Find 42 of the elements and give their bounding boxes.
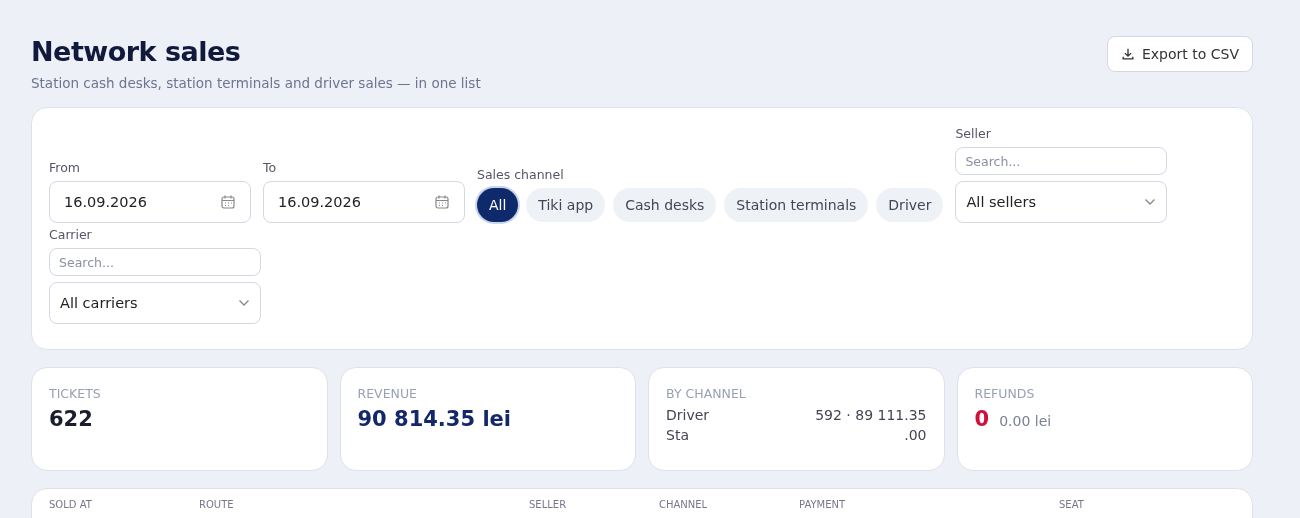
carrier-search-field[interactable]: Search... bbox=[49, 248, 261, 276]
channel-chip[interactable]: All bbox=[477, 188, 519, 222]
column-header: PAYMENT bbox=[799, 499, 847, 512]
column-header: ROUTE bbox=[199, 499, 235, 512]
channel-value: .00 bbox=[904, 427, 927, 443]
export-button[interactable]: Export to CSV bbox=[1106, 36, 1253, 72]
channel-chip[interactable]: Station terminals bbox=[724, 188, 869, 222]
channel-value: 592 · 89 111.35 bbox=[815, 407, 927, 423]
seller-dropdown[interactable]: All sellers bbox=[955, 181, 1168, 223]
stat-value: 622 bbox=[49, 407, 94, 431]
chevron-down-icon bbox=[1144, 198, 1157, 206]
calendar-icon bbox=[220, 194, 236, 210]
column-header: CHANNEL bbox=[659, 499, 709, 512]
refund-count: 0 bbox=[974, 407, 990, 431]
column-header: SOLD AT bbox=[49, 499, 93, 512]
channel-name: Sta bbox=[666, 427, 689, 443]
seller-search-field[interactable]: Search... bbox=[955, 147, 1168, 175]
refund-amount: 0.00 lei bbox=[999, 413, 1052, 429]
stat-label: REFUNDS bbox=[974, 386, 1036, 401]
stat-label: REVENUE bbox=[357, 386, 418, 401]
calendar-icon bbox=[434, 194, 450, 210]
stat-value: 90 814.35 lei bbox=[357, 407, 513, 431]
carrier-label: Carrier bbox=[49, 227, 93, 242]
carrier-dropdown[interactable]: All carriers bbox=[49, 282, 261, 324]
page-subtitle: Station cash desks, station terminals and driver sales — in one list bbox=[31, 75, 481, 91]
channel-chip[interactable]: Tiki app bbox=[526, 188, 606, 222]
sales-channel-label: Sales channel bbox=[477, 167, 565, 182]
to-date-field[interactable]: 16.09.2026 bbox=[263, 181, 465, 223]
seller-label: Seller bbox=[955, 126, 992, 141]
from-date-field[interactable]: 16.09.2026 bbox=[49, 181, 251, 223]
channel-name: Driver bbox=[666, 407, 710, 423]
download-icon bbox=[1120, 47, 1135, 61]
stat-label: BY CHANNEL bbox=[666, 386, 747, 401]
column-header: SEAT bbox=[1059, 499, 1085, 512]
page-title: Network sales bbox=[31, 36, 242, 67]
stat-label: TICKETS bbox=[49, 386, 102, 401]
from-label: From bbox=[49, 160, 81, 175]
chevron-down-icon bbox=[238, 299, 250, 307]
channel-chip[interactable]: Cash desks bbox=[613, 188, 717, 222]
to-label: To bbox=[263, 160, 278, 175]
channel-chip[interactable]: Driver bbox=[876, 188, 944, 222]
column-header: SELLER bbox=[529, 499, 568, 512]
